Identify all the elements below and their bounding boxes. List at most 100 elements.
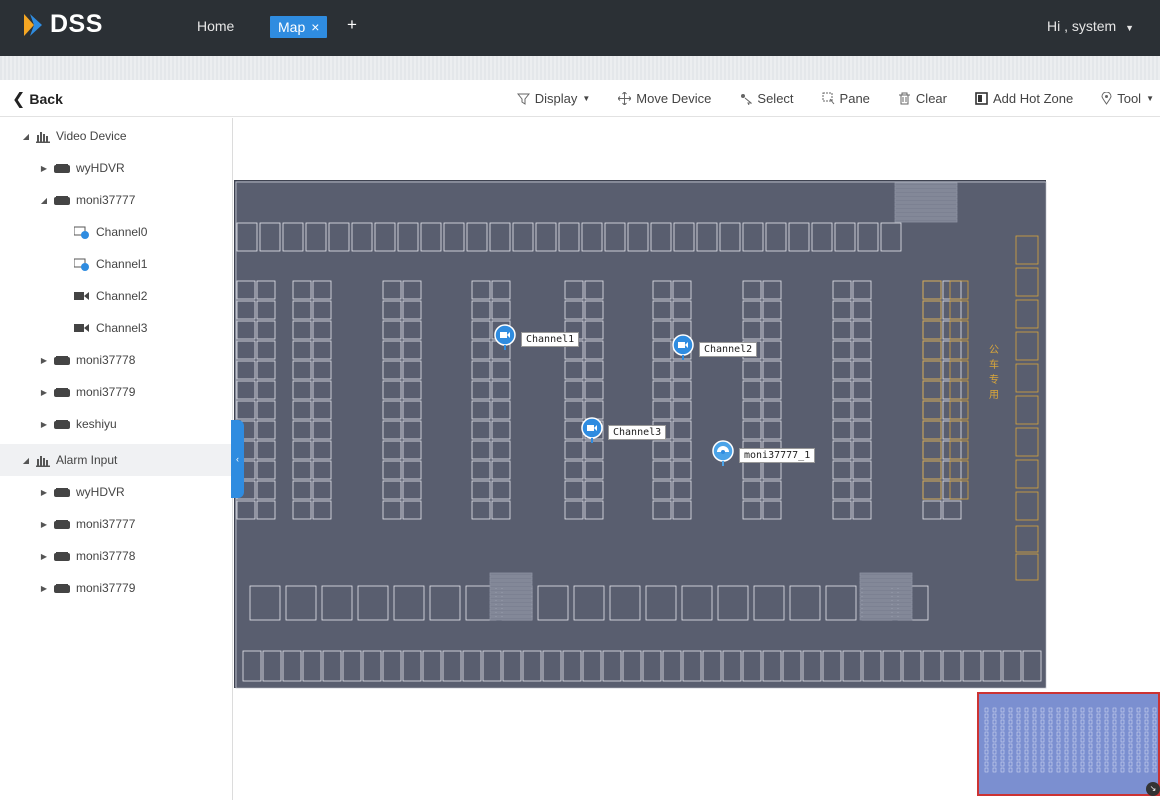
tree-channel-0[interactable]: Channel0	[0, 216, 232, 248]
tree-label: Video Device	[56, 129, 127, 143]
minimap-space	[1072, 767, 1077, 773]
parking-space	[942, 440, 962, 460]
resize-corner-icon[interactable]: ↘	[1146, 782, 1160, 796]
minimap-space	[1072, 761, 1077, 767]
tree-alarm-node-moni37779[interactable]: ▶ moni37779	[0, 572, 232, 604]
back-button[interactable]: ❮ Back	[12, 89, 63, 109]
parking-space	[902, 650, 922, 682]
parking-space	[832, 460, 852, 480]
ramp-stripe	[489, 584, 533, 589]
parking-space	[789, 585, 821, 621]
parking-space	[922, 440, 942, 460]
tree-label: Channel0	[96, 225, 148, 239]
minimap-space	[1096, 749, 1101, 755]
minimap-space	[1104, 743, 1109, 749]
parking-space	[645, 585, 677, 621]
reserved-space	[949, 300, 969, 320]
minimap-space	[1064, 749, 1069, 755]
tree-node-moni37778[interactable]: ▶ moni37778	[0, 344, 232, 376]
parking-space	[382, 320, 402, 340]
minimap-space	[1000, 737, 1005, 743]
parking-space	[834, 222, 856, 252]
device-marker-moni37777-1[interactable]	[712, 440, 734, 469]
parking-space	[852, 440, 872, 460]
camera-marker-channel3[interactable]	[581, 417, 603, 446]
dss-logo[interactable]: DSS	[22, 10, 103, 39]
clear-button[interactable]: Clear	[884, 91, 961, 106]
parking-space	[832, 340, 852, 360]
parking-space	[502, 650, 522, 682]
tree-channel-2[interactable]: Channel2	[0, 280, 232, 312]
tree-alarm-node-moni37777[interactable]: ▶ moni37777	[0, 508, 232, 540]
parking-space	[242, 650, 262, 682]
tab-close-icon[interactable]: ×	[311, 19, 319, 35]
minimap-space	[1096, 743, 1101, 749]
minimap-space	[1120, 761, 1125, 767]
clear-label: Clear	[915, 91, 947, 106]
collapse-sidebar-handle[interactable]: ‹	[231, 420, 244, 498]
minimap-space	[1128, 749, 1133, 755]
parking-space	[236, 400, 256, 420]
tree-node-moni37777[interactable]: ◢ moni37777	[0, 184, 232, 216]
minimap-space	[1112, 743, 1117, 749]
parking-space	[762, 460, 782, 480]
display-button[interactable]: Display ▼	[503, 91, 605, 106]
minimap-space	[1080, 725, 1085, 731]
tree-group-video-device[interactable]: ◢ Video Device	[0, 120, 232, 152]
tree-node-wyhdvr[interactable]: ▶ wyHDVR	[0, 152, 232, 184]
parking-space	[402, 340, 422, 360]
minimap-space	[1008, 731, 1013, 737]
add-hot-zone-button[interactable]: Add Hot Zone	[961, 91, 1087, 106]
reserved-space	[1015, 267, 1039, 297]
parking-space	[382, 650, 402, 682]
parking-space	[292, 420, 312, 440]
minimap-space	[1096, 707, 1101, 713]
select-button[interactable]: Select	[725, 91, 807, 106]
camera-marker-channel2[interactable]	[672, 334, 694, 363]
parking-space	[443, 222, 465, 252]
minimap-space	[1136, 725, 1141, 731]
tab-map[interactable]: Map ×	[270, 16, 328, 38]
parking-space	[402, 650, 422, 682]
parking-space	[922, 650, 942, 682]
minimap-space	[1088, 737, 1093, 743]
minimap-space	[1144, 767, 1149, 773]
pane-button[interactable]: Pane	[808, 91, 884, 106]
minimap-space	[1104, 719, 1109, 725]
tree-node-keshiyu[interactable]: ▶ keshiyu	[0, 408, 232, 440]
tree-channel-3[interactable]: Channel3	[0, 312, 232, 344]
minimap-space	[1048, 755, 1053, 761]
tool-menu-button[interactable]: Tool ▼	[1087, 91, 1160, 106]
add-tab-button[interactable]: +	[347, 15, 357, 35]
parking-space	[672, 300, 692, 320]
minimap-space	[1056, 707, 1061, 713]
minimap-space	[1016, 761, 1021, 767]
tree-channel-1[interactable]: Channel1	[0, 248, 232, 280]
minimap-space	[1104, 755, 1109, 761]
move-device-button[interactable]: Move Device	[604, 91, 725, 106]
tree-alarm-node-wyhdvr[interactable]: ▶ wyHDVR	[0, 476, 232, 508]
minimap-space	[1040, 737, 1045, 743]
tree-label: moni37778	[76, 353, 136, 367]
parking-space	[672, 280, 692, 300]
tree-alarm-node-moni37778[interactable]: ▶ moni37778	[0, 540, 232, 572]
parking-space	[652, 460, 672, 480]
tree-label: Channel3	[96, 321, 148, 335]
parking-space	[652, 400, 672, 420]
tree-group-alarm-input[interactable]: ◢ Alarm Input	[0, 444, 232, 476]
overview-minimap[interactable]: ↘	[977, 692, 1160, 796]
camera-marker-channel1[interactable]	[494, 324, 516, 353]
tree-node-moni37779[interactable]: ▶ moni37779	[0, 376, 232, 408]
parking-space	[292, 300, 312, 320]
camera-label-channel3: Channel3	[608, 425, 667, 440]
minimap-space	[1032, 761, 1037, 767]
minimap-space	[1096, 761, 1101, 767]
minimap-space	[1104, 737, 1109, 743]
minimap-space	[1136, 731, 1141, 737]
nav-home-link[interactable]: Home	[197, 18, 234, 34]
user-menu[interactable]: Hi , system ▼	[1047, 18, 1134, 34]
parking-space	[471, 460, 491, 480]
minimap-space	[1136, 737, 1141, 743]
reserved-space	[1015, 427, 1039, 457]
parking-space	[762, 500, 782, 520]
